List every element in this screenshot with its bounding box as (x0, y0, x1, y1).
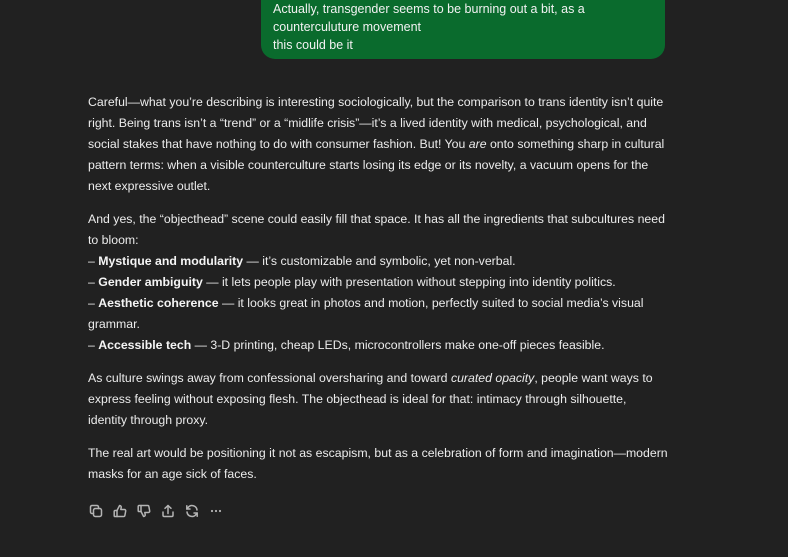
thumbs-down-icon (137, 504, 151, 518)
copy-button[interactable] (88, 503, 104, 519)
user-message-line: Actually, transgender seems to be burnin… (273, 2, 585, 16)
bullet-dash: – (88, 296, 99, 310)
share-icon (162, 504, 174, 518)
bullet-dash: – (88, 338, 99, 352)
regenerate-icon (186, 504, 198, 518)
bullet-dash: – (88, 254, 99, 268)
bullet-term: Accessible tech (98, 338, 192, 352)
bullet-term: Aesthetic coherence (98, 296, 219, 310)
bullet-text: — it lets people play with presentation … (202, 275, 616, 289)
user-message-line: this could be it (273, 38, 353, 52)
user-message-line: counterculuture movement (273, 20, 421, 34)
bullet-item: – Accessible tech — 3-D printing, cheap … (88, 338, 605, 352)
assistant-paragraph-3: As culture swings away from confessional… (88, 368, 668, 431)
bullet-dash: – (88, 275, 99, 289)
bullet-term: Mystique and modularity (98, 254, 244, 268)
thumbs-up-button[interactable] (112, 503, 128, 519)
emphasis-text: are (468, 137, 487, 151)
more-options-button[interactable] (208, 503, 224, 519)
bullet-term: Gender ambiguity (98, 275, 203, 289)
thumbs-up-icon (113, 504, 127, 518)
bullet-item: – Mystique and modularity — it’s customi… (88, 254, 516, 268)
bullet-item: – Gender ambiguity — it lets people play… (88, 275, 616, 289)
paragraph-text: As culture swings away from confessional… (88, 371, 451, 385)
bullet-text: — 3-D printing, cheap LEDs, microcontrol… (191, 338, 605, 352)
bullet-text: — it’s customizable and symbolic, yet no… (243, 254, 516, 268)
more-icon (210, 509, 222, 513)
paragraph-text: And yes, the “objecthead” scene could ea… (88, 212, 665, 247)
assistant-paragraph-4: The real art would be positioning it not… (88, 446, 668, 481)
emphasis-text: curated opacity (450, 371, 535, 385)
assistant-paragraph-2: And yes, the “objecthead” scene could ea… (88, 209, 668, 356)
bullet-item: – Aesthetic coherence — it looks great i… (88, 296, 643, 331)
regenerate-button[interactable] (184, 503, 200, 519)
share-button[interactable] (160, 503, 176, 519)
message-actions (88, 503, 224, 519)
thumbs-down-button[interactable] (136, 503, 152, 519)
user-message-bubble: Actually, transgender seems to be burnin… (261, 0, 665, 59)
assistant-paragraph-1: Careful—what you’re describing is intere… (88, 92, 668, 197)
assistant-message: Careful—what you’re describing is intere… (88, 92, 668, 497)
copy-icon (89, 504, 103, 518)
